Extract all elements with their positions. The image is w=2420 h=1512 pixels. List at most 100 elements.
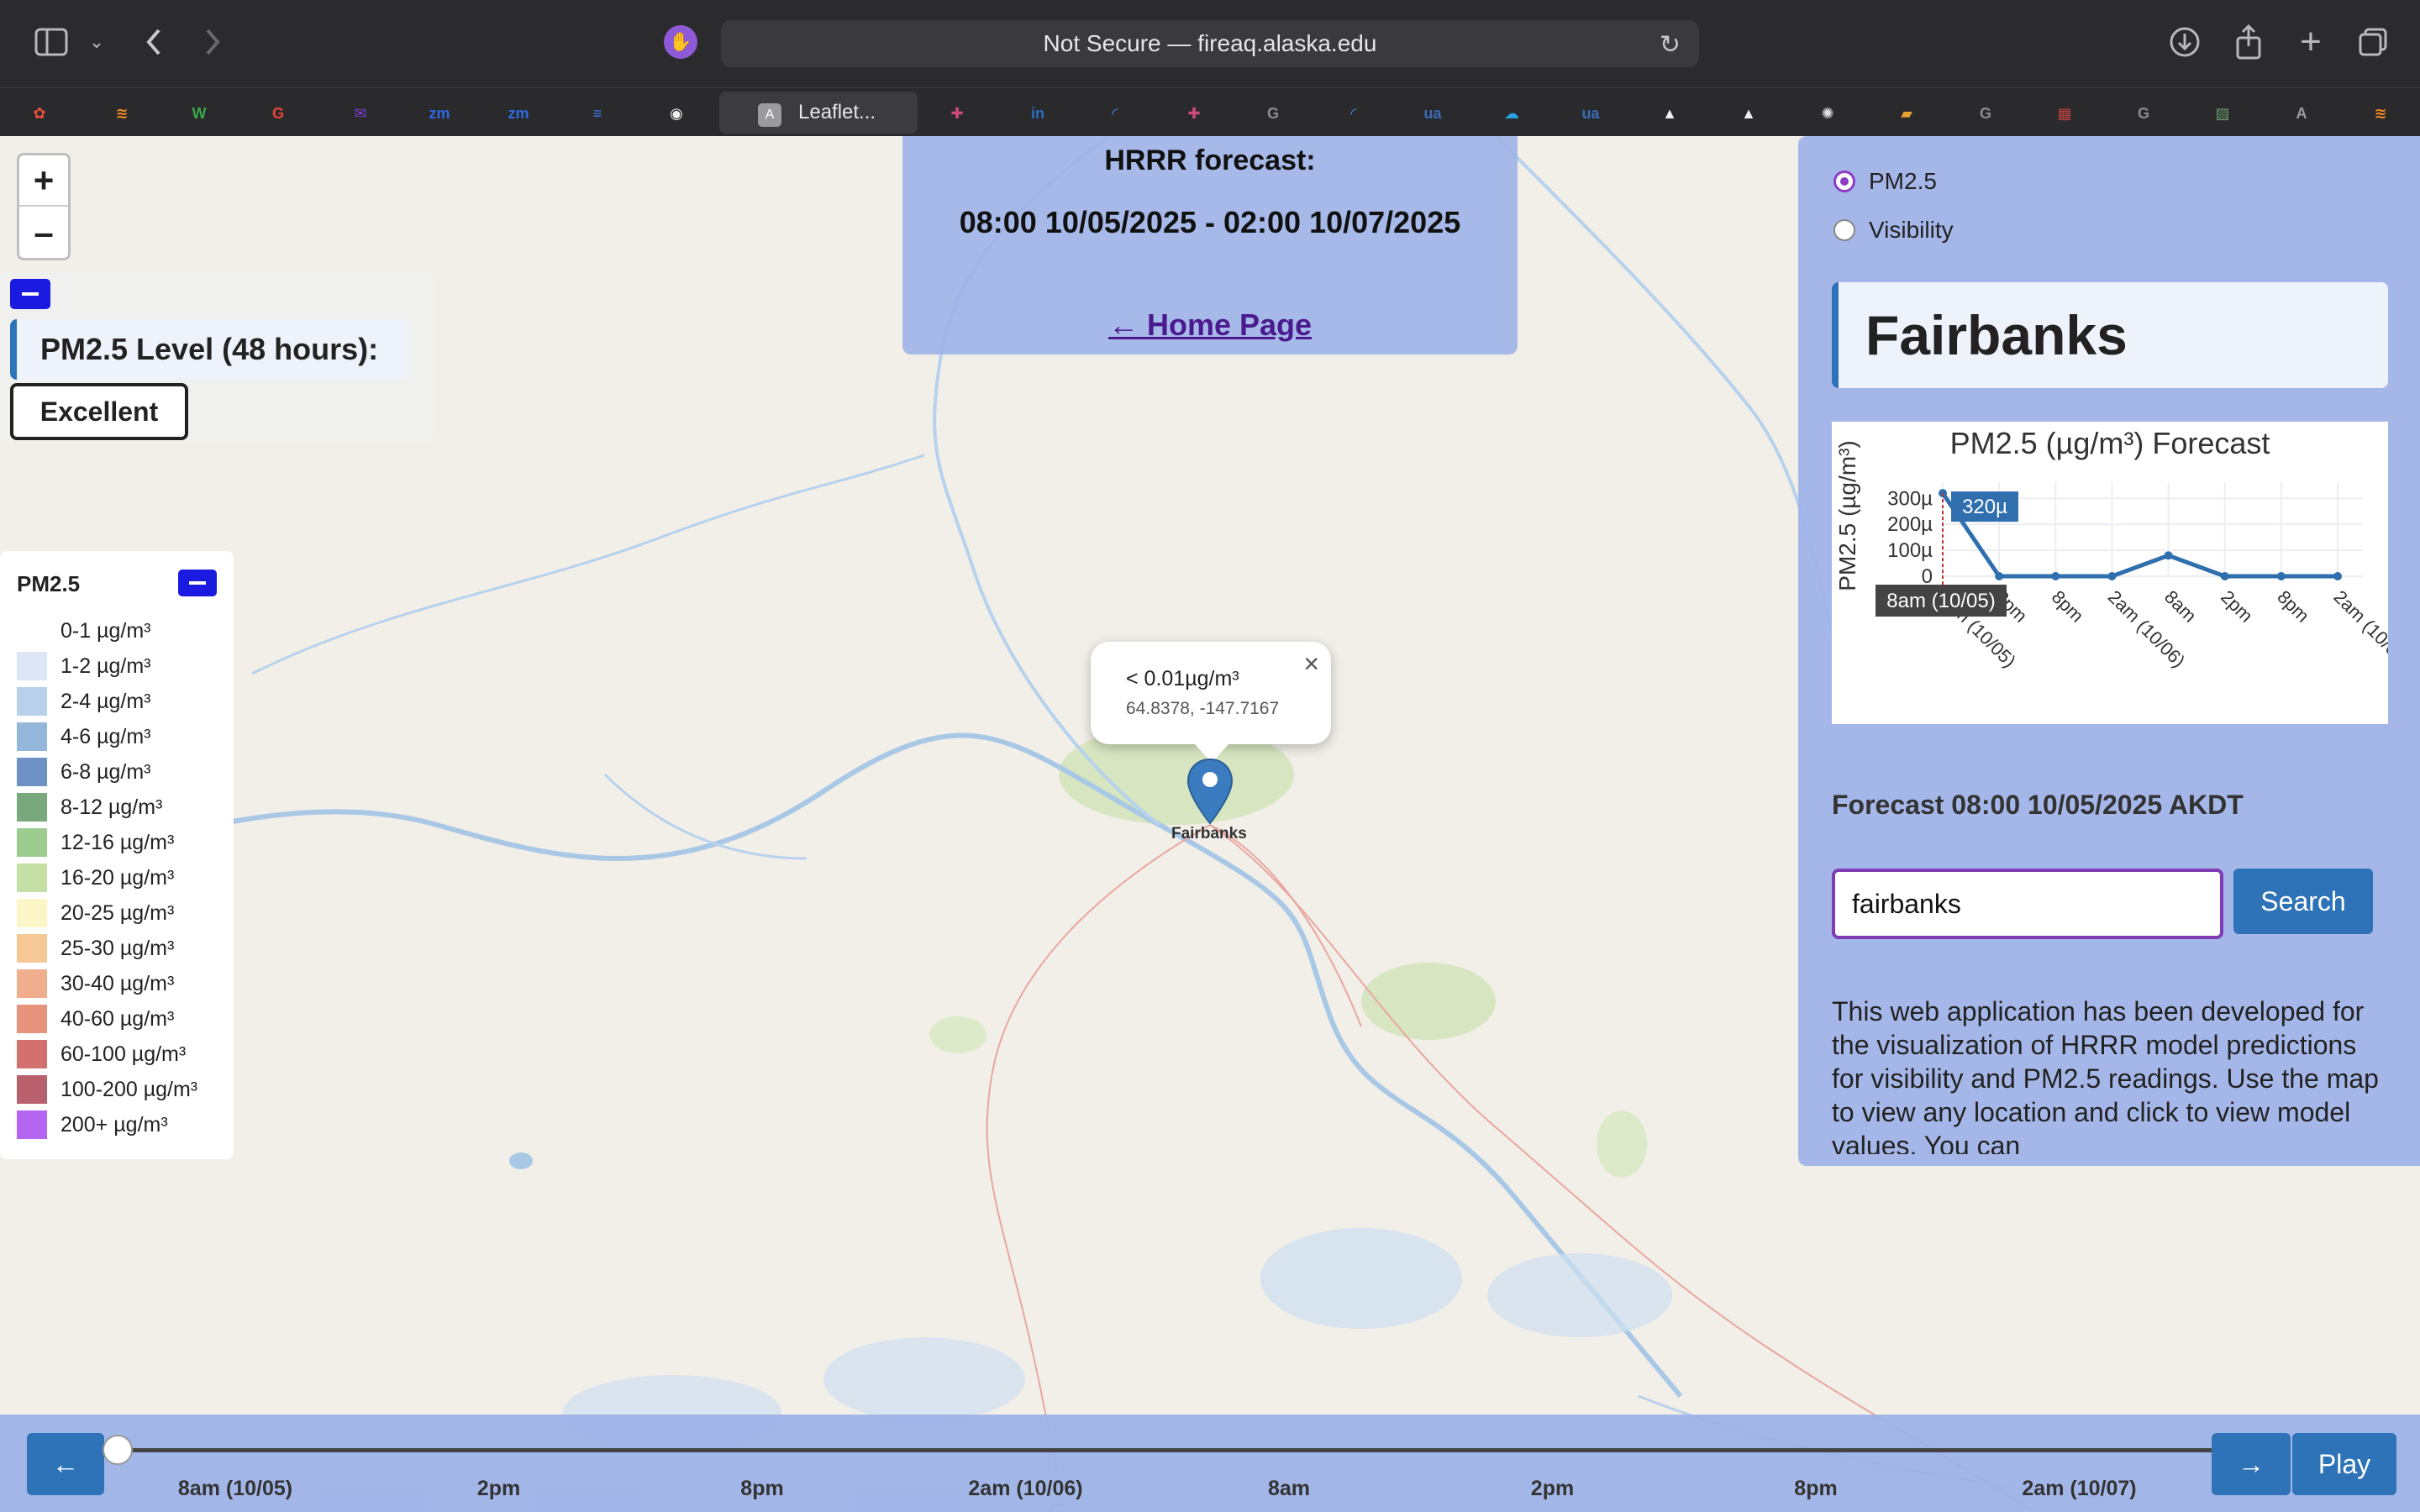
legend-label: 60-100 µg/m³ bbox=[60, 1042, 187, 1066]
ua-icon[interactable]: ua bbox=[1418, 99, 1447, 128]
active-tab-label: Leaflet... bbox=[798, 101, 876, 123]
timeline-tick-label: 8am bbox=[1267, 1477, 1311, 1500]
forward-icon[interactable] bbox=[198, 25, 227, 59]
loader-icon[interactable]: ◜ bbox=[1339, 99, 1368, 128]
collapse-level-panel-button[interactable] bbox=[10, 279, 50, 309]
legend-swatch bbox=[17, 617, 47, 645]
search-input[interactable] bbox=[1832, 869, 2223, 939]
triangle-icon[interactable]: ▲ bbox=[1655, 99, 1684, 128]
forecast-date-range: 08:00 10/05/2025 - 02:00 10/07/2025 bbox=[959, 205, 1461, 239]
timeline-track[interactable] bbox=[118, 1448, 2213, 1452]
triangle-icon[interactable]: ▲ bbox=[1734, 99, 1763, 128]
g-icon[interactable]: G bbox=[2129, 99, 2158, 128]
sidebar-toggle-icon[interactable] bbox=[34, 27, 69, 57]
collapse-legend-button[interactable] bbox=[178, 570, 217, 596]
legend-label: 100-200 µg/m³ bbox=[60, 1077, 198, 1101]
chart-ytick-label: 300µ bbox=[1887, 487, 1933, 510]
timeline-handle[interactable] bbox=[103, 1435, 133, 1465]
loader-icon[interactable]: ◜ bbox=[1101, 99, 1129, 128]
chart-hover-xlabel: 8am (10/05) bbox=[1886, 590, 1995, 612]
about-text: This web application has been developed … bbox=[1832, 996, 2379, 1154]
back-icon[interactable] bbox=[139, 25, 168, 59]
google-icon[interactable]: G bbox=[264, 99, 292, 128]
ua-icon[interactable]: ua bbox=[1576, 99, 1605, 128]
pm25-level-panel: PM2.5 Level (48 hours): Excellent bbox=[0, 272, 434, 444]
legend-item: 100-200 µg/m³ bbox=[17, 1072, 197, 1107]
linkedin-icon[interactable]: in bbox=[1023, 99, 1052, 128]
g-icon[interactable]: G bbox=[1259, 99, 1287, 128]
legend-label: 25-30 µg/m³ bbox=[60, 936, 175, 960]
reload-icon[interactable]: ↻ bbox=[1660, 30, 1681, 60]
legend-item: 40-60 µg/m³ bbox=[17, 1001, 197, 1037]
chart-xtick-label: 8am bbox=[2160, 586, 2201, 627]
pattern-icon[interactable]: ▦ bbox=[2050, 99, 2079, 128]
browser-toolbar: ⌄ ✋ Not Secure — fireaq.alaska.edu ↻ + bbox=[0, 0, 2420, 87]
zoom-icon[interactable]: zm bbox=[425, 99, 454, 128]
share-icon[interactable] bbox=[2232, 24, 2265, 60]
timeline-tick-label: 8pm bbox=[1794, 1477, 1838, 1500]
slack-icon[interactable]: ✚ bbox=[1180, 99, 1208, 128]
map[interactable]: + – PM2.5 Level (48 hours): Excellent PM… bbox=[0, 136, 2420, 1512]
legend-swatch bbox=[17, 1040, 47, 1068]
timeline-tick-label: 2pm bbox=[476, 1477, 521, 1500]
timeline-tick-label: 8pm bbox=[740, 1477, 784, 1500]
chart-xtick-label: 8pm bbox=[2273, 586, 2313, 627]
stack-icon[interactable]: ≋ bbox=[108, 99, 136, 128]
legend-label: 30-40 µg/m³ bbox=[60, 971, 175, 995]
legend-item: 8-12 µg/m³ bbox=[17, 790, 197, 825]
red-flower-icon[interactable]: ✿ bbox=[25, 99, 54, 128]
legend-swatch bbox=[17, 722, 47, 751]
github-icon[interactable]: ◉ bbox=[662, 99, 691, 128]
slack-icon[interactable]: ✚ bbox=[943, 99, 971, 128]
radio-visibility[interactable]: Visibility bbox=[1833, 217, 1954, 244]
popup-close-button[interactable]: × bbox=[1303, 648, 1319, 680]
prev-step-button[interactable]: ← bbox=[27, 1433, 104, 1495]
minus-icon bbox=[189, 581, 206, 585]
level-value-badge: Excellent bbox=[10, 383, 188, 440]
radio-button[interactable] bbox=[1833, 171, 1855, 192]
openai-icon[interactable]: ✺ bbox=[1813, 99, 1842, 128]
legend-label: 4-6 µg/m³ bbox=[60, 724, 151, 748]
tabs-overview-icon[interactable] bbox=[2356, 25, 2390, 59]
zoom-control: + – bbox=[17, 153, 71, 260]
chart-data-point bbox=[2107, 572, 2117, 580]
active-tab[interactable]: A Leaflet... bbox=[719, 92, 918, 134]
legend-label: 20-25 µg/m³ bbox=[60, 900, 175, 925]
stack-overflow-icon[interactable]: ≋ bbox=[2366, 99, 2395, 128]
photo-icon[interactable]: ▨ bbox=[2208, 99, 2237, 128]
legend-item: 1-2 µg/m³ bbox=[17, 648, 197, 684]
forecast-time: Forecast 08:00 10/05/2025 AKDT bbox=[1832, 790, 2244, 820]
privacy-shield-icon[interactable]: ✋ bbox=[664, 25, 697, 59]
legend-swatch bbox=[17, 864, 47, 892]
home-page-link[interactable]: ← Home Page bbox=[902, 307, 1518, 343]
g-icon[interactable]: G bbox=[1971, 99, 2000, 128]
play-button[interactable]: Play bbox=[2292, 1433, 2396, 1495]
book-icon[interactable]: ▰ bbox=[1892, 99, 1921, 128]
timeline-tick-label: 8am (10/05) bbox=[177, 1477, 293, 1500]
zoom-out-button[interactable]: – bbox=[19, 207, 68, 258]
forecast-chart[interactable]: PM2.5 (µg/m³) Forecast PM2.5 (µg/m³) 0 10… bbox=[1832, 422, 2415, 724]
zoom-icon[interactable]: zm bbox=[504, 99, 533, 128]
legend-label: 16-20 µg/m³ bbox=[60, 865, 175, 890]
mail-icon[interactable]: ✉ bbox=[346, 99, 375, 128]
legend-swatch bbox=[17, 758, 47, 786]
radio-pm25[interactable]: PM2.5 bbox=[1833, 168, 1937, 195]
download-icon[interactable] bbox=[2168, 25, 2202, 59]
a-icon: A bbox=[758, 103, 781, 127]
popup-value: < 0.01µg/m³ bbox=[1126, 667, 1239, 690]
legend-swatch bbox=[17, 899, 47, 927]
legend-item: 0-1 µg/m³ bbox=[17, 613, 197, 648]
docs-icon[interactable]: ≡ bbox=[583, 99, 612, 128]
radio-button[interactable] bbox=[1833, 219, 1855, 241]
zoom-in-button[interactable]: + bbox=[19, 155, 68, 207]
timeline-bar: ← 8am (10/05) 2pm 8pm 2am (10/06) 8am 2pm 8pm 2… bbox=[0, 1415, 2420, 1512]
a-icon[interactable]: A bbox=[2287, 99, 2316, 128]
map-marker-icon[interactable] bbox=[1186, 758, 1234, 829]
cloud-icon[interactable]: ☁ bbox=[1497, 99, 1526, 128]
address-bar[interactable]: Not Secure — fireaq.alaska.edu ↻ bbox=[721, 20, 1699, 67]
w-icon[interactable]: W bbox=[185, 99, 213, 128]
search-button[interactable]: Search bbox=[2233, 869, 2373, 934]
chevron-down-icon[interactable]: ⌄ bbox=[87, 30, 106, 54]
new-tab-icon[interactable]: + bbox=[2294, 21, 2328, 62]
next-step-button[interactable]: → bbox=[2212, 1433, 2291, 1495]
